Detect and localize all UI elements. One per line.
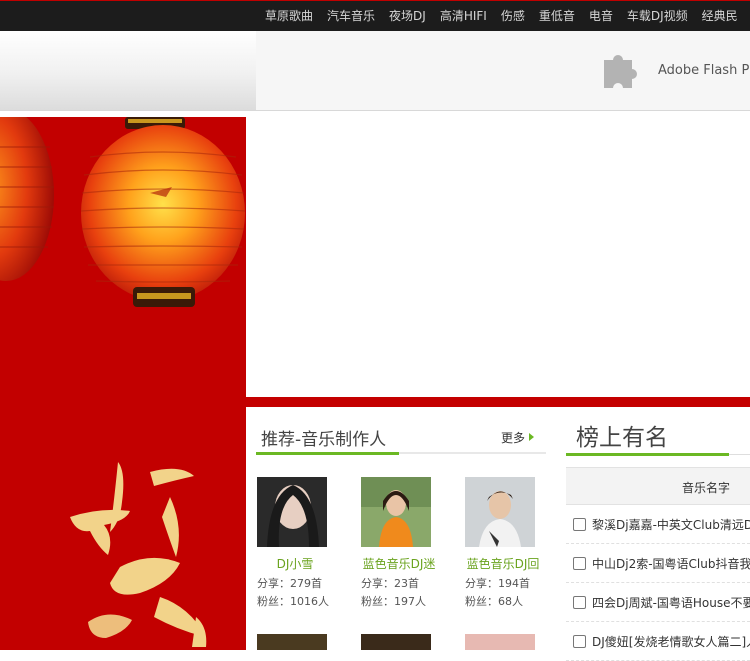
top-nav-bar: 草原歌曲 汽车音乐 夜场DJ 高清HIFI 伤感 重低音 电音 车载DJ视频 经… [0,0,750,31]
puzzle-piece-icon [604,55,637,88]
recommend-more-label: 更多 [501,431,526,445]
category-nav: 草原歌曲 汽车音乐 夜场DJ 高清HIFI 伤感 重低音 电音 车载DJ视频 经… [258,1,745,32]
artist-name[interactable]: DJ小雪 [257,555,333,572]
song-checkbox[interactable] [573,557,586,570]
song-title[interactable]: 四会Dj周斌-国粤语House不要 [592,594,750,611]
logo-area[interactable] [0,31,256,110]
artist-fan-count: 粉丝：68人 [465,595,523,608]
lantern-illustration [0,117,246,647]
nav-item-electronic[interactable]: 电音 [582,1,620,32]
artist-fan-count: 粉丝：197人 [361,595,426,608]
artist-share-count: 分享：194首 [465,577,530,590]
arrow-right-icon [529,433,535,441]
artist-share-count: 分享：279首 [257,577,322,590]
flash-player-area[interactable] [246,117,750,397]
song-checkbox[interactable] [573,635,586,648]
artist-card[interactable]: DJ小雪 分享：279首 粉丝：1016人 [257,477,347,609]
nav-item-classic-folk[interactable]: 经典民 [695,1,745,32]
site-header: Adobe Flash P [0,31,750,111]
artist-name[interactable]: 蓝色音乐DJ回 [465,555,541,572]
chart-title-accent [566,453,729,456]
song-title[interactable]: 黎溪Dj嘉嘉-中英文Club清远D [592,516,750,533]
section-divider [246,397,750,407]
chart-table-header: 音乐名字 [566,467,750,505]
calligraphy-art [70,462,207,647]
song-checkbox[interactable] [573,596,586,609]
artist-name[interactable]: 蓝色音乐DJ迷 [361,555,437,572]
artist-avatar[interactable] [257,477,327,547]
chart-title-underline [729,454,750,455]
song-row[interactable]: DJ傻妞[发烧老情歌女人篇二]人 [566,622,750,661]
nav-item-nightclub-dj[interactable]: 夜场DJ [382,1,433,32]
nav-item-bass[interactable]: 重低音 [532,1,582,32]
column-header-song-name: 音乐名字 [682,481,731,495]
song-title[interactable]: 中山Dj2索-国粤语Club抖音我 [592,555,750,572]
recommend-title-accent [256,452,399,455]
song-row[interactable]: 中山Dj2索-国粤语Club抖音我 [566,544,750,583]
song-title[interactable]: DJ傻妞[发烧老情歌女人篇二]人 [592,633,750,650]
nav-item-hifi[interactable]: 高清HIFI [433,1,494,32]
artist-avatar[interactable] [361,477,431,547]
nav-item-sad[interactable]: 伤感 [494,1,532,32]
artist-avatar[interactable] [465,477,535,547]
artist-fan-count: 粉丝：1016人 [257,595,329,608]
artist-card[interactable]: 蓝色音乐DJ回 分享：194首 粉丝：68人 [465,477,555,609]
recommend-section-title: 推荐-音乐制作人 [261,430,387,450]
flash-plugin-label: Adobe Flash P [658,63,750,78]
chart-section-title: 榜上有名 [576,425,668,451]
artist-avatar[interactable] [257,634,327,650]
flash-plugin-placeholder[interactable]: Adobe Flash P [256,31,750,110]
artist-avatar[interactable] [361,634,431,650]
festival-banner[interactable] [0,117,246,650]
artist-card[interactable]: 蓝色音乐DJ迷 分享：23首 粉丝：197人 [361,477,451,609]
song-checkbox[interactable] [573,518,586,531]
song-row[interactable]: 四会Dj周斌-国粤语House不要 [566,583,750,622]
artist-avatar[interactable] [465,634,535,650]
nav-item-grassland-songs[interactable]: 草原歌曲 [258,1,320,32]
nav-item-car-dj-video[interactable]: 车载DJ视频 [620,1,695,32]
artist-share-count: 分享：23首 [361,577,419,590]
nav-item-car-music[interactable]: 汽车音乐 [320,1,382,32]
song-row[interactable]: 黎溪Dj嘉嘉-中英文Club清远D [566,505,750,544]
recommend-more-link[interactable]: 更多 [501,429,535,446]
